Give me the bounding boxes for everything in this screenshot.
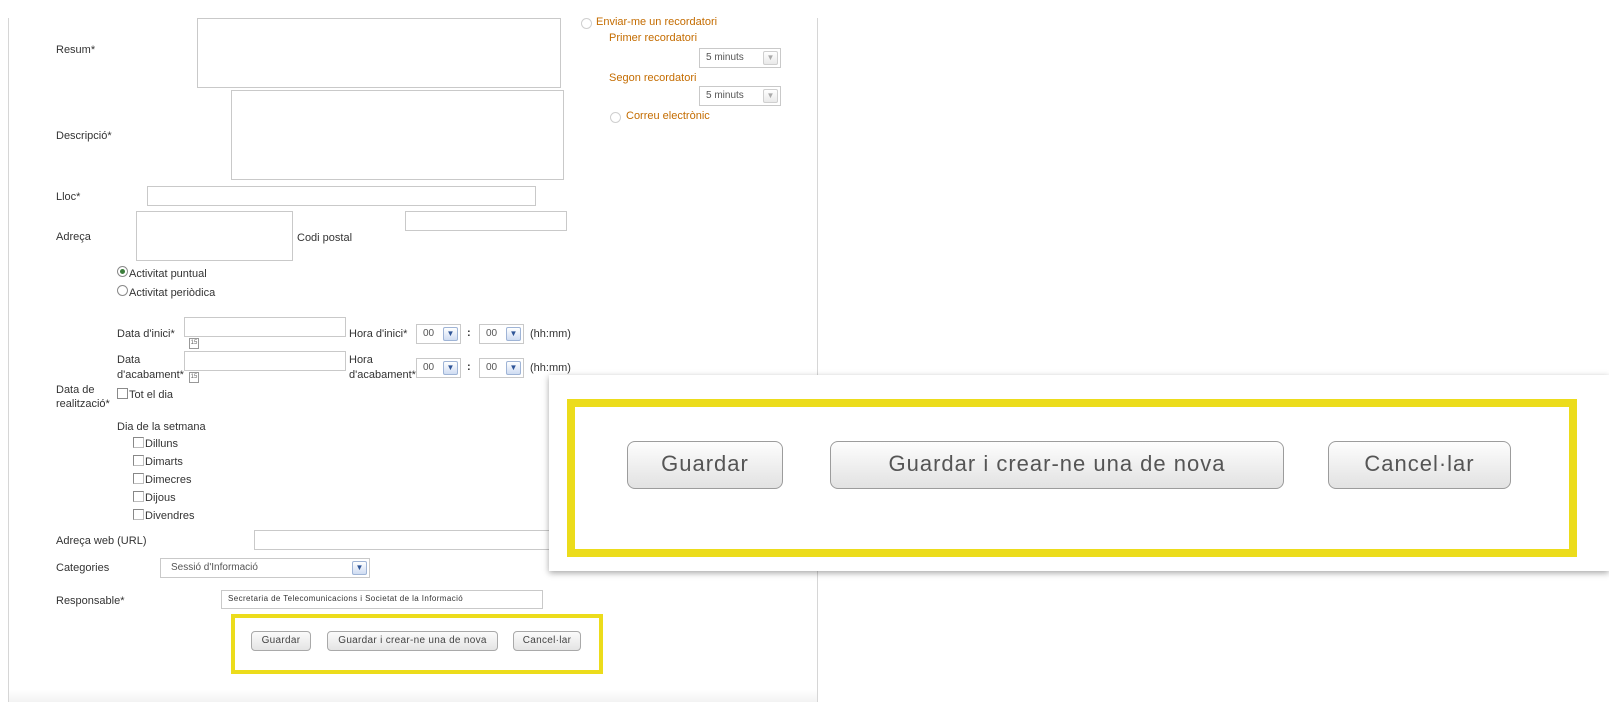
summary-textarea[interactable] bbox=[197, 18, 561, 88]
calendar-icon[interactable]: 15 bbox=[189, 338, 199, 349]
description-textarea[interactable] bbox=[231, 90, 564, 180]
categories-select[interactable]: Sessió d'Informació ▼ bbox=[160, 558, 370, 578]
responsible-label: Responsable* bbox=[56, 595, 125, 607]
description-label: Descripció* bbox=[56, 130, 112, 142]
start-time-separator: : bbox=[467, 327, 471, 339]
email-reminder-radio[interactable] bbox=[610, 112, 621, 123]
weekday-checkbox-monday[interactable] bbox=[133, 437, 144, 448]
start-minute-value: 00 bbox=[486, 328, 498, 339]
url-input[interactable] bbox=[254, 530, 554, 550]
chevron-down-icon: ▼ bbox=[443, 327, 458, 341]
end-hour-value: 00 bbox=[423, 362, 435, 373]
chevron-down-icon: ▼ bbox=[506, 361, 521, 375]
start-minute-select[interactable]: 00 ▼ bbox=[479, 324, 524, 344]
end-time-label-line2: d'acabament* bbox=[349, 369, 416, 381]
weekday-label-thursday: Dijous bbox=[145, 492, 176, 504]
activity-periodic-label: Activitat periòdica bbox=[129, 287, 216, 299]
zoomed-save-button[interactable]: Guardar bbox=[627, 441, 783, 489]
summary-label: Resum* bbox=[56, 44, 96, 56]
chevron-down-icon: ▼ bbox=[506, 327, 521, 341]
chevron-down-icon: ▼ bbox=[763, 51, 778, 65]
cancel-button[interactable]: Cancel·lar bbox=[513, 631, 581, 651]
weekday-label-monday: Dilluns bbox=[145, 438, 179, 450]
realization-date-label-line1: Data de bbox=[56, 384, 95, 396]
start-time-label: Hora d'inici* bbox=[349, 328, 408, 340]
start-hour-select[interactable]: 00 ▼ bbox=[416, 324, 461, 344]
weekday-label-friday: Divendres bbox=[145, 510, 195, 522]
activity-single-radio[interactable] bbox=[117, 266, 128, 277]
weekday-checkbox-tuesday[interactable] bbox=[133, 455, 144, 466]
second-reminder-value: 5 minuts bbox=[706, 90, 744, 101]
send-reminder-label: Enviar-me un recordatori bbox=[596, 16, 718, 28]
end-date-label-line2: d'acabament* bbox=[117, 369, 184, 381]
end-minute-value: 00 bbox=[486, 362, 498, 373]
form-panel-right-border bbox=[817, 18, 818, 702]
url-label: Adreça web (URL) bbox=[56, 535, 147, 547]
end-hour-select[interactable]: 00 ▼ bbox=[416, 358, 461, 378]
start-time-format: (hh:mm) bbox=[530, 328, 571, 340]
end-minute-select[interactable]: 00 ▼ bbox=[479, 358, 524, 378]
second-reminder-label: Segon recordatori bbox=[609, 72, 697, 84]
form-panel-bottom-shade bbox=[9, 690, 817, 702]
first-reminder-label: Primer recordatori bbox=[609, 32, 698, 44]
weekday-label: Dia de la setmana bbox=[117, 421, 206, 433]
weekday-checkbox-wednesday[interactable] bbox=[133, 473, 144, 484]
end-time-format: (hh:mm) bbox=[530, 362, 571, 374]
activity-periodic-radio[interactable] bbox=[117, 285, 128, 296]
calendar-icon[interactable]: 15 bbox=[189, 372, 199, 383]
all-day-checkbox[interactable] bbox=[117, 388, 128, 399]
place-input[interactable] bbox=[147, 186, 536, 206]
zoomed-cancel-button[interactable]: Cancel·lar bbox=[1328, 441, 1511, 489]
first-reminder-select[interactable]: 5 minuts ▼ bbox=[699, 48, 781, 68]
form-panel-left-border bbox=[8, 18, 9, 702]
save-button[interactable]: Guardar bbox=[251, 631, 311, 651]
categories-value: Sessió d'Informació bbox=[171, 562, 258, 573]
end-time-separator: : bbox=[467, 361, 471, 373]
realization-date-label-line2: realització* bbox=[56, 398, 110, 410]
end-time-label-line1: Hora bbox=[349, 354, 373, 366]
activity-single-label: Activitat puntual bbox=[129, 268, 207, 280]
first-reminder-value: 5 minuts bbox=[706, 52, 744, 63]
responsible-input[interactable]: Secretaria de Telecomunicacions i Societ… bbox=[221, 590, 543, 609]
address-label: Adreça bbox=[56, 231, 91, 243]
address-textarea[interactable] bbox=[136, 211, 293, 261]
send-reminder-radio[interactable] bbox=[581, 18, 592, 29]
weekday-label-wednesday: Dimecres bbox=[145, 474, 192, 486]
chevron-down-icon: ▼ bbox=[763, 89, 778, 103]
chevron-down-icon: ▼ bbox=[443, 361, 458, 375]
place-label: Lloc* bbox=[56, 191, 81, 203]
postal-code-label: Codi postal bbox=[297, 232, 353, 244]
save-and-new-button[interactable]: Guardar i crear-ne una de nova bbox=[327, 631, 498, 651]
weekday-checkbox-thursday[interactable] bbox=[133, 491, 144, 502]
all-day-label: Tot el dia bbox=[129, 389, 174, 401]
zoomed-buttons-callout: Guardar Guardar i crear-ne una de nova C… bbox=[549, 375, 1609, 571]
weekday-label-tuesday: Dimarts bbox=[145, 456, 183, 468]
weekday-checkbox-friday[interactable] bbox=[133, 509, 144, 520]
chevron-down-icon: ▼ bbox=[352, 561, 367, 575]
postal-code-input[interactable] bbox=[405, 211, 567, 231]
end-date-label-line1: Data bbox=[117, 354, 141, 366]
second-reminder-select[interactable]: 5 minuts ▼ bbox=[699, 86, 781, 106]
start-hour-value: 00 bbox=[423, 328, 435, 339]
end-date-input[interactable] bbox=[184, 351, 346, 371]
zoomed-save-and-new-button[interactable]: Guardar i crear-ne una de nova bbox=[830, 441, 1284, 489]
categories-label: Categories bbox=[56, 562, 110, 574]
start-date-input[interactable] bbox=[184, 317, 346, 337]
start-date-label: Data d'inici* bbox=[117, 328, 175, 340]
email-reminder-label: Correu electrònic bbox=[626, 110, 710, 122]
